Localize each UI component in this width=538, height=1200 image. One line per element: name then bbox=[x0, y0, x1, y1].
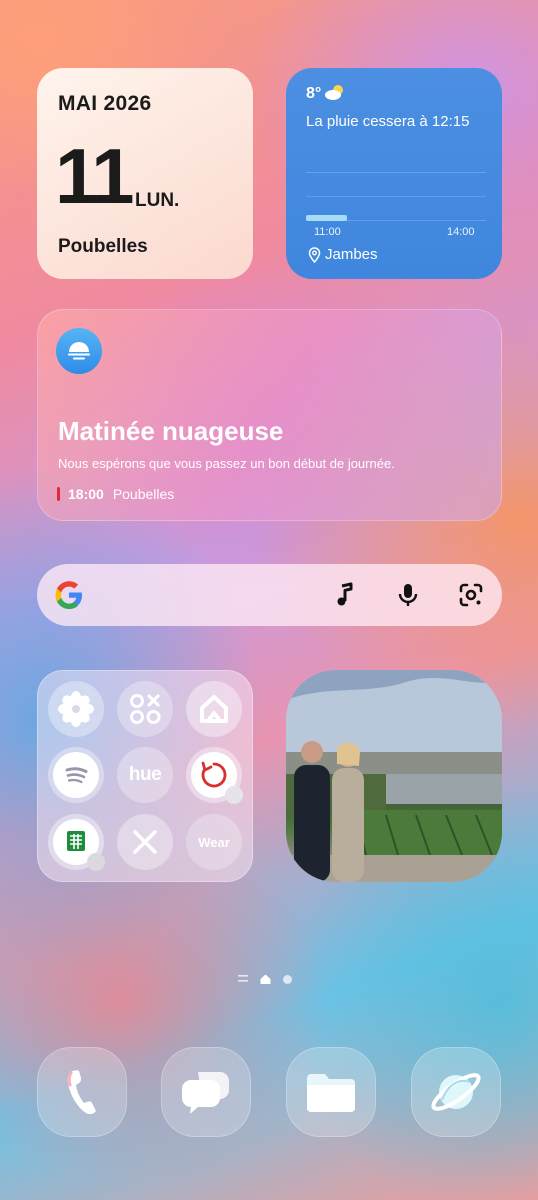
smartthings-icon[interactable] bbox=[186, 681, 242, 737]
sheets-icon[interactable] bbox=[48, 814, 105, 871]
files-icon[interactable] bbox=[286, 1047, 376, 1137]
briefing-event-name: Poubelles bbox=[112, 486, 175, 502]
wear-label: Wear bbox=[198, 834, 230, 850]
messages-icon[interactable] bbox=[161, 1047, 251, 1137]
flower-app-icon[interactable] bbox=[48, 681, 104, 737]
weather-rain-message: La pluie cessera à 12:15 bbox=[306, 113, 470, 130]
game-launcher-icon[interactable] bbox=[117, 681, 173, 737]
weather-time-start: 11:00 bbox=[314, 226, 341, 238]
home-page-icon[interactable] bbox=[260, 974, 271, 984]
weather-location-label: Jambes bbox=[325, 246, 378, 263]
calendar-widget[interactable]: MAI 2026 11 LUN. Poubelles bbox=[37, 68, 253, 279]
event-color-marker bbox=[57, 487, 60, 501]
music-note-icon[interactable] bbox=[332, 582, 358, 608]
hue-icon[interactable]: hue bbox=[117, 747, 173, 803]
briefing-widget[interactable]: Matinée nuageuse Nous espérons que vous … bbox=[37, 309, 502, 521]
weather-location: Jambes bbox=[308, 246, 378, 263]
page-dot[interactable] bbox=[283, 974, 292, 984]
x-icon[interactable] bbox=[117, 814, 173, 870]
internet-icon[interactable] bbox=[411, 1047, 501, 1137]
google-search-bar[interactable] bbox=[37, 564, 502, 626]
play-badge-icon bbox=[87, 853, 105, 871]
work-badge-icon bbox=[225, 786, 243, 804]
calendar-month: MAI 2026 bbox=[58, 92, 152, 115]
weather-precipitation-bar bbox=[306, 215, 347, 221]
weather-temperature: 8° bbox=[306, 85, 322, 102]
page-indicator[interactable] bbox=[238, 974, 292, 984]
weather-grid-line bbox=[306, 172, 486, 173]
photo-widget[interactable] bbox=[286, 670, 502, 882]
spotify-icon[interactable] bbox=[48, 747, 104, 803]
phone-icon[interactable] bbox=[37, 1047, 127, 1137]
partly-cloudy-icon bbox=[325, 85, 343, 100]
calendar-event: Poubelles bbox=[58, 236, 148, 257]
calendar-weekday: LUN. bbox=[135, 190, 180, 211]
briefing-subtitle: Nous espérons que vous passez un bon déb… bbox=[58, 456, 395, 471]
photo-image bbox=[286, 670, 502, 882]
weather-grid-line bbox=[306, 196, 486, 197]
location-pin-icon bbox=[308, 246, 321, 263]
app-folder-widget[interactable]: hue Wear bbox=[37, 670, 253, 882]
calendar-day: 11 bbox=[55, 132, 134, 220]
refresh-app-icon[interactable] bbox=[186, 747, 243, 804]
google-lens-icon[interactable] bbox=[458, 582, 484, 608]
google-logo[interactable] bbox=[53, 579, 85, 611]
page-list-icon[interactable] bbox=[238, 975, 248, 983]
briefing-event-time: 18:00 bbox=[68, 486, 104, 502]
briefing-event: 18:00 Poubelles bbox=[57, 486, 174, 502]
wear-icon[interactable]: Wear bbox=[186, 814, 242, 870]
weather-time-end: 14:00 bbox=[447, 226, 475, 238]
cloud-dawn-icon bbox=[56, 328, 102, 374]
briefing-title: Matinée nuageuse bbox=[58, 416, 284, 446]
hue-label: hue bbox=[128, 764, 162, 785]
photo-shape-notch bbox=[492, 738, 512, 758]
microphone-icon[interactable] bbox=[395, 582, 421, 608]
photo-shape-notch bbox=[276, 738, 296, 758]
weather-widget[interactable]: 8° La pluie cessera à 12:15 11:00 14:00 … bbox=[286, 68, 502, 279]
